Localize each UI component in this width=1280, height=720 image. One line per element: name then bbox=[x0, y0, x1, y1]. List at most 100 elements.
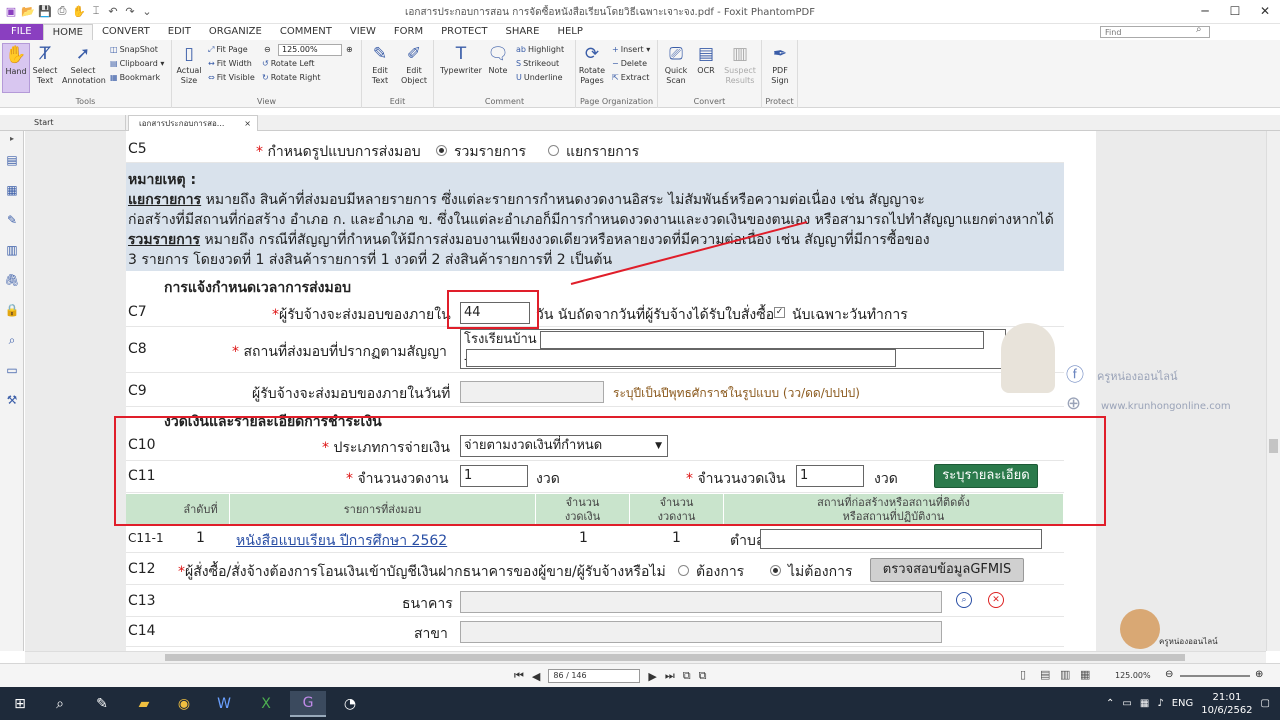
item-link[interactable]: หนังสือแบบเรียน ปีการศึกษา 2562 bbox=[236, 530, 447, 552]
fit-page-button[interactable]: ⤢ Fit Page bbox=[208, 44, 248, 56]
volume-icon[interactable]: ♪ bbox=[1157, 698, 1163, 709]
tab-document[interactable]: เอกสารประกอบการสอ... × bbox=[128, 115, 258, 131]
bookmarks-panel-icon[interactable]: ▥ bbox=[5, 243, 19, 257]
page-number-input[interactable]: 86 / 146 bbox=[548, 669, 641, 683]
zoom-level[interactable]: 125.00% bbox=[1115, 671, 1151, 680]
layers-icon[interactable]: ▦ bbox=[5, 183, 19, 197]
check-gfmis-button[interactable]: ตรวจสอบข้อมูลGFMIS bbox=[870, 558, 1024, 582]
language-indicator[interactable]: ENG bbox=[1172, 698, 1194, 709]
attachment-icon[interactable]: 🖇 bbox=[4, 273, 19, 287]
clipboard-button[interactable]: ▤ Clipboard ▾ bbox=[110, 58, 164, 70]
underline-button[interactable]: U Underline bbox=[516, 72, 563, 84]
notification-icon[interactable]: ▢ bbox=[1261, 698, 1270, 709]
taskbar-search-icon[interactable]: ⌕ bbox=[42, 691, 78, 717]
rotate-left-button[interactable]: ↺ Rotate Left bbox=[262, 58, 315, 70]
menu-protect[interactable]: PROTECT bbox=[432, 24, 496, 40]
find-input[interactable] bbox=[1100, 26, 1210, 38]
fit-visible-button[interactable]: ⇔ Fit Visible bbox=[208, 72, 255, 84]
tab-start[interactable]: Start bbox=[24, 115, 126, 131]
open-icon[interactable]: 📂 bbox=[21, 4, 35, 18]
tools-panel-icon[interactable]: ⚒ bbox=[5, 393, 19, 407]
pages-icon[interactable]: ▤ bbox=[5, 153, 19, 167]
continuous-icon[interactable]: ▤ bbox=[1040, 668, 1050, 681]
start-icon[interactable]: ⊞ bbox=[2, 691, 38, 717]
vscroll-thumb[interactable] bbox=[1269, 439, 1278, 453]
hand-small-icon[interactable]: ✋ bbox=[72, 4, 86, 18]
menu-file[interactable]: FILE bbox=[0, 24, 43, 40]
menu-share[interactable]: SHARE bbox=[496, 24, 548, 40]
facing-icon[interactable]: ▥ bbox=[1060, 668, 1070, 681]
hscroll-thumb[interactable] bbox=[165, 654, 1185, 661]
fit-width-button[interactable]: ↔ Fit Width bbox=[208, 58, 252, 70]
menu-view[interactable]: VIEW bbox=[341, 24, 385, 40]
quick-scan-button[interactable]: ⎚ Quick Scan bbox=[660, 43, 692, 86]
zoom-out-icon[interactable]: ⊖ bbox=[264, 44, 271, 56]
branch-input[interactable] bbox=[460, 621, 942, 643]
first-page-icon[interactable]: ⏮ bbox=[514, 669, 524, 683]
close-icon[interactable]: ✕ bbox=[1250, 0, 1280, 22]
suspect-results-button[interactable]: ▥ Suspect Results bbox=[720, 43, 760, 86]
clock[interactable]: 21:01 10/6/2562 bbox=[1201, 691, 1252, 717]
radio-transfer-no[interactable] bbox=[770, 565, 781, 576]
customize-icon[interactable]: ⌄ bbox=[140, 4, 154, 18]
hand-button[interactable]: ✋ Hand bbox=[2, 43, 30, 93]
menu-organize[interactable]: ORGANIZE bbox=[200, 24, 271, 40]
edit-object-button[interactable]: ✐ Edit Object bbox=[396, 43, 432, 86]
single-page-icon[interactable]: ▯ bbox=[1020, 668, 1026, 681]
comments-panel-icon[interactable]: ✎ bbox=[5, 213, 19, 227]
recorder-icon[interactable]: ◔ bbox=[332, 691, 368, 717]
expand-panel-icon[interactable]: ▸ bbox=[5, 131, 19, 145]
highlight-button[interactable]: ab Highlight bbox=[516, 44, 564, 56]
undo-icon[interactable]: ↶ bbox=[106, 4, 120, 18]
search-panel-icon[interactable]: ⌕ bbox=[5, 333, 19, 347]
battery-icon[interactable]: ▭ bbox=[1122, 698, 1131, 709]
lock-icon[interactable]: 🔒 bbox=[5, 303, 20, 317]
actual-size-button[interactable]: ▯ Actual Size bbox=[174, 43, 204, 86]
cover-icon[interactable]: ▦ bbox=[1080, 668, 1090, 681]
zoom-in-status-icon[interactable]: ⊕ bbox=[1255, 669, 1263, 680]
word-icon[interactable]: W bbox=[206, 691, 242, 717]
zoom-select[interactable]: 125.00% bbox=[278, 44, 342, 56]
search-bank-icon[interactable]: ⌕ bbox=[956, 592, 972, 608]
typewriter-button[interactable]: T Typewriter bbox=[438, 43, 484, 76]
next-view-icon[interactable]: ⧉ bbox=[699, 669, 707, 683]
extract-button[interactable]: ⇱ Extract bbox=[612, 72, 649, 84]
radio-transfer-yes[interactable] bbox=[678, 565, 689, 576]
menu-home[interactable]: HOME bbox=[42, 24, 93, 40]
select-small-icon[interactable]: ⌶ bbox=[89, 4, 103, 18]
prev-view-icon[interactable]: ⧉ bbox=[683, 669, 691, 683]
pdf-sign-button[interactable]: ✒ PDF Sign bbox=[763, 43, 797, 86]
insert-button[interactable]: + Insert ▾ bbox=[612, 44, 650, 56]
foxit-icon[interactable]: G bbox=[290, 691, 326, 717]
network-icon[interactable]: ▦ bbox=[1140, 698, 1149, 709]
prev-page-icon[interactable]: ◀ bbox=[532, 670, 540, 683]
overlay-input-1[interactable] bbox=[540, 331, 984, 349]
select-annotation-button[interactable]: ➚ Select Annotation bbox=[62, 43, 106, 86]
chrome-icon[interactable]: ◉ bbox=[166, 691, 202, 717]
edit-text-button[interactable]: ✎ Edit Text bbox=[364, 43, 396, 86]
bank-input[interactable] bbox=[460, 591, 942, 613]
menu-comment[interactable]: COMMENT bbox=[271, 24, 341, 40]
document-view[interactable]: C5 * กำหนดรูปแบบการส่งมอบ รวมรายการ แยกร… bbox=[25, 131, 1266, 651]
menu-convert[interactable]: CONVERT bbox=[93, 24, 159, 40]
tab-close-icon[interactable]: × bbox=[244, 116, 251, 132]
vertical-scrollbar[interactable] bbox=[1266, 131, 1280, 651]
rotate-right-button[interactable]: ↻ Rotate Right bbox=[262, 72, 321, 84]
save-icon[interactable]: 💾 bbox=[38, 4, 52, 18]
fields-icon[interactable]: ▭ bbox=[5, 363, 19, 377]
rotate-pages-button[interactable]: ⟳ Rotate Pages bbox=[576, 43, 608, 86]
redo-icon[interactable]: ↷ bbox=[123, 4, 137, 18]
print-icon[interactable]: ⎙ bbox=[55, 4, 69, 18]
business-days-checkbox[interactable]: ✓ bbox=[774, 307, 785, 318]
tray-chevron-icon[interactable]: ⌃ bbox=[1106, 698, 1114, 709]
search-icon[interactable]: ⌕ bbox=[1196, 24, 1202, 35]
subdistrict-input[interactable] bbox=[760, 529, 1042, 549]
delete-button[interactable]: − Delete bbox=[612, 58, 647, 70]
paint-app-icon[interactable]: ✎ bbox=[84, 691, 120, 717]
menu-help[interactable]: HELP bbox=[548, 24, 591, 40]
radio-separate[interactable] bbox=[548, 145, 559, 156]
menu-edit[interactable]: EDIT bbox=[159, 24, 200, 40]
minimize-icon[interactable]: ─ bbox=[1190, 0, 1220, 22]
zoom-out-status-icon[interactable]: ⊖ bbox=[1165, 669, 1173, 680]
select-text-button[interactable]: Ⱦ Select Text bbox=[30, 43, 60, 86]
